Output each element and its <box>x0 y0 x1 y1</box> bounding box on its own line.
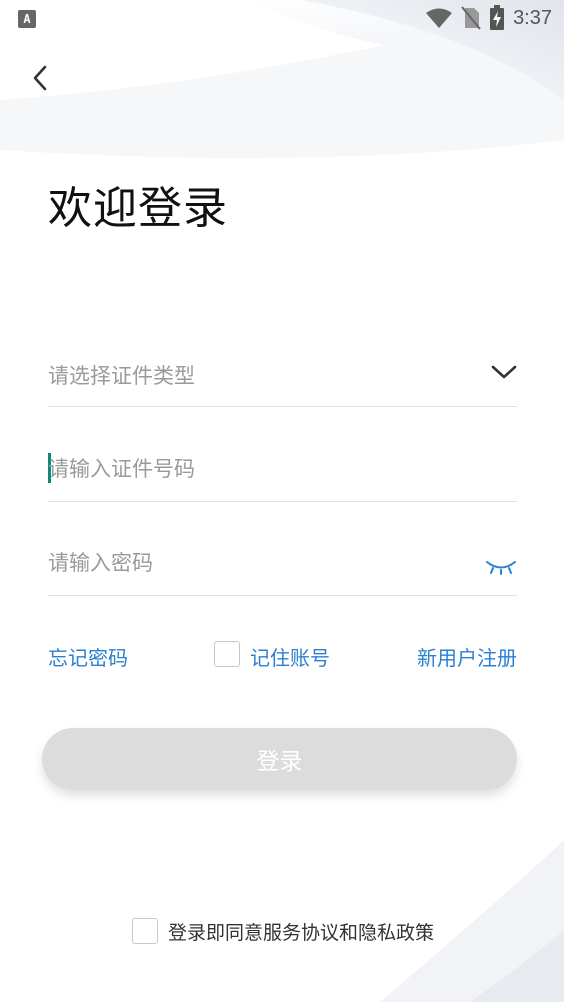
chevron-down-icon[interactable] <box>491 364 517 380</box>
id-number-input[interactable] <box>48 449 468 489</box>
wifi-icon <box>426 8 453 28</box>
keyboard-indicator-icon: A <box>18 10 36 28</box>
password-field[interactable] <box>48 535 517 596</box>
agreement-label[interactable]: 登录即同意服务协议和隐私政策 <box>168 918 434 945</box>
page-title: 欢迎登录 <box>48 183 228 234</box>
id-number-field[interactable] <box>48 441 517 502</box>
agreement-row: 登录即同意服务协议和隐私政策 <box>132 916 434 946</box>
login-button[interactable]: 登录 <box>42 728 517 790</box>
status-time: 3:37 <box>513 6 552 29</box>
back-button[interactable] <box>22 60 58 96</box>
agreement-checkbox[interactable] <box>132 918 158 944</box>
register-link[interactable]: 新用户注册 <box>417 642 517 671</box>
password-input[interactable] <box>48 543 468 583</box>
id-type-placeholder: 请选择证件类型 <box>48 364 195 388</box>
remember-account-checkbox[interactable] <box>214 641 240 667</box>
chevron-left-icon <box>33 65 47 91</box>
battery-charging-icon <box>490 5 505 30</box>
status-bar: A 3:37 <box>0 0 564 38</box>
forgot-password-link[interactable]: 忘记密码 <box>48 642 128 671</box>
remember-account-label[interactable]: 记住账号 <box>250 642 330 671</box>
auth-links-row: 忘记密码 记住账号 新用户注册 <box>48 638 517 672</box>
id-type-select[interactable]: 请选择证件类型 <box>48 346 517 407</box>
no-sim-icon <box>461 6 481 30</box>
eye-closed-icon[interactable] <box>485 559 517 575</box>
